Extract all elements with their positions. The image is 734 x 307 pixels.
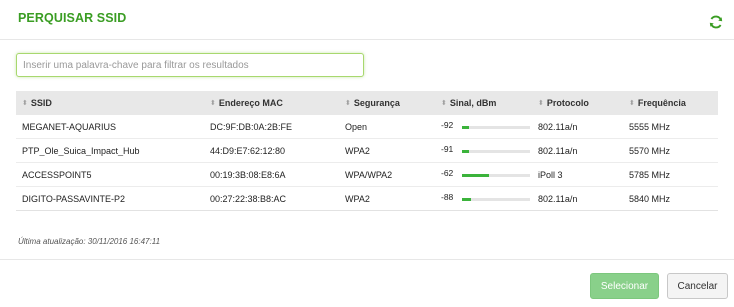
security-cell: WPA2 bbox=[345, 145, 370, 156]
column-header-signal[interactable]: ⬍ Sinal, dBm bbox=[435, 98, 532, 108]
table-header: ⬍ SSID ⬍ Endereço MAC ⬍ Segurança ⬍ Sinal, d… bbox=[16, 91, 718, 115]
cancel-button[interactable]: Cancelar bbox=[667, 273, 728, 299]
signal-cell: -92 bbox=[435, 122, 532, 132]
ssid-cell: MEGANET-AQUARIUS bbox=[22, 121, 117, 132]
ssid-cell: ACCESSPOINT5 bbox=[22, 169, 92, 180]
dialog-title: PERQUISAR SSID bbox=[18, 11, 127, 25]
signal-bar bbox=[462, 174, 530, 177]
ssid-table: ⬍ SSID ⬍ Endereço MAC ⬍ Segurança ⬍ Sinal, d… bbox=[16, 91, 718, 211]
column-header-label: Sinal, dBm bbox=[449, 98, 497, 108]
column-header-protocol[interactable]: ⬍ Protocolo bbox=[532, 98, 623, 108]
sort-icon: ⬍ bbox=[22, 100, 28, 107]
last-update-text: Última atualização: 30/11/2016 16:47:11 bbox=[18, 237, 161, 246]
column-header-label: SSID bbox=[30, 98, 52, 108]
sort-icon: ⬍ bbox=[345, 100, 351, 107]
select-button[interactable]: Selecionar bbox=[590, 273, 659, 299]
table-row[interactable]: ACCESSPOINT5 00:19:3B:08:E8:6A WPA/WPA2 … bbox=[16, 163, 718, 187]
ssid-cell: PTP_Ole_Suica_Impact_Hub bbox=[22, 145, 140, 156]
frequency-cell: 5570 MHz bbox=[629, 145, 671, 156]
signal-bar bbox=[462, 198, 530, 201]
signal-value: -91 bbox=[441, 145, 454, 154]
mac-cell: 44:D9:E7:62:12:80 bbox=[210, 145, 286, 156]
ssid-search-dialog: PERQUISAR SSID ⬍SSID ⬍Endereço MAC ⬍Segu… bbox=[0, 0, 734, 307]
table-row[interactable]: DIGITO-PASSAVINTE-P2 00:27:22:38:B8:AC W… bbox=[16, 187, 718, 211]
header-divider bbox=[0, 39, 734, 40]
refresh-icon[interactable] bbox=[708, 14, 724, 30]
signal-value: -88 bbox=[441, 193, 454, 202]
frequency-cell: 5840 MHz bbox=[629, 193, 671, 204]
signal-bar-fill bbox=[462, 150, 469, 153]
security-cell: WPA/WPA2 bbox=[345, 169, 393, 180]
mac-cell: DC:9F:DB:0A:2B:FE bbox=[210, 121, 293, 132]
column-header-label: Endereço MAC bbox=[218, 98, 283, 108]
signal-value: -62 bbox=[441, 169, 454, 178]
frequency-cell: 5555 MHz bbox=[629, 121, 671, 132]
signal-bar-fill bbox=[462, 174, 490, 177]
signal-bar-fill bbox=[462, 126, 469, 129]
ssid-cell: DIGITO-PASSAVINTE-P2 bbox=[22, 193, 126, 204]
column-header-label: Segurança bbox=[353, 98, 400, 108]
table-row[interactable]: PTP_Ole_Suica_Impact_Hub 44:D9:E7:62:12:… bbox=[16, 139, 718, 163]
dialog-header: PERQUISAR SSID bbox=[18, 11, 734, 31]
sort-icon: ⬍ bbox=[210, 100, 216, 107]
signal-bar bbox=[462, 126, 530, 129]
signal-cell: -88 bbox=[435, 194, 532, 204]
protocol-cell: 802.11a/n bbox=[538, 121, 578, 132]
mac-cell: 00:27:22:38:B8:AC bbox=[210, 193, 287, 204]
signal-bar bbox=[462, 150, 530, 153]
signal-value: -92 bbox=[441, 121, 454, 130]
column-header-label: Protocolo bbox=[546, 98, 589, 108]
signal-cell: -91 bbox=[435, 146, 532, 156]
filter-input[interactable] bbox=[16, 53, 364, 77]
security-cell: Open bbox=[345, 121, 368, 132]
column-header-ssid[interactable]: ⬍ SSID bbox=[16, 98, 204, 108]
column-header-mac[interactable]: ⬍ Endereço MAC bbox=[204, 98, 339, 108]
frequency-cell: 5785 MHz bbox=[629, 169, 671, 180]
protocol-cell: iPoll 3 bbox=[538, 169, 563, 180]
sort-icon: ⬍ bbox=[441, 100, 447, 107]
column-header-label: Frequência bbox=[637, 98, 686, 108]
protocol-cell: 802.11a/n bbox=[538, 193, 578, 204]
sort-icon: ⬍ bbox=[629, 100, 635, 107]
column-header-security[interactable]: ⬍ Segurança bbox=[339, 98, 435, 108]
column-header-frequency[interactable]: ⬍ Frequência bbox=[623, 98, 718, 108]
table-row[interactable]: MEGANET-AQUARIUS DC:9F:DB:0A:2B:FE Open … bbox=[16, 115, 718, 139]
security-cell: WPA2 bbox=[345, 193, 370, 204]
sort-icon: ⬍ bbox=[538, 100, 544, 107]
signal-bar-fill bbox=[462, 198, 471, 201]
protocol-cell: 802.11a/n bbox=[538, 145, 578, 156]
signal-cell: -62 bbox=[435, 170, 532, 180]
mac-cell: 00:19:3B:08:E8:6A bbox=[210, 169, 286, 180]
footer-divider bbox=[0, 259, 734, 260]
